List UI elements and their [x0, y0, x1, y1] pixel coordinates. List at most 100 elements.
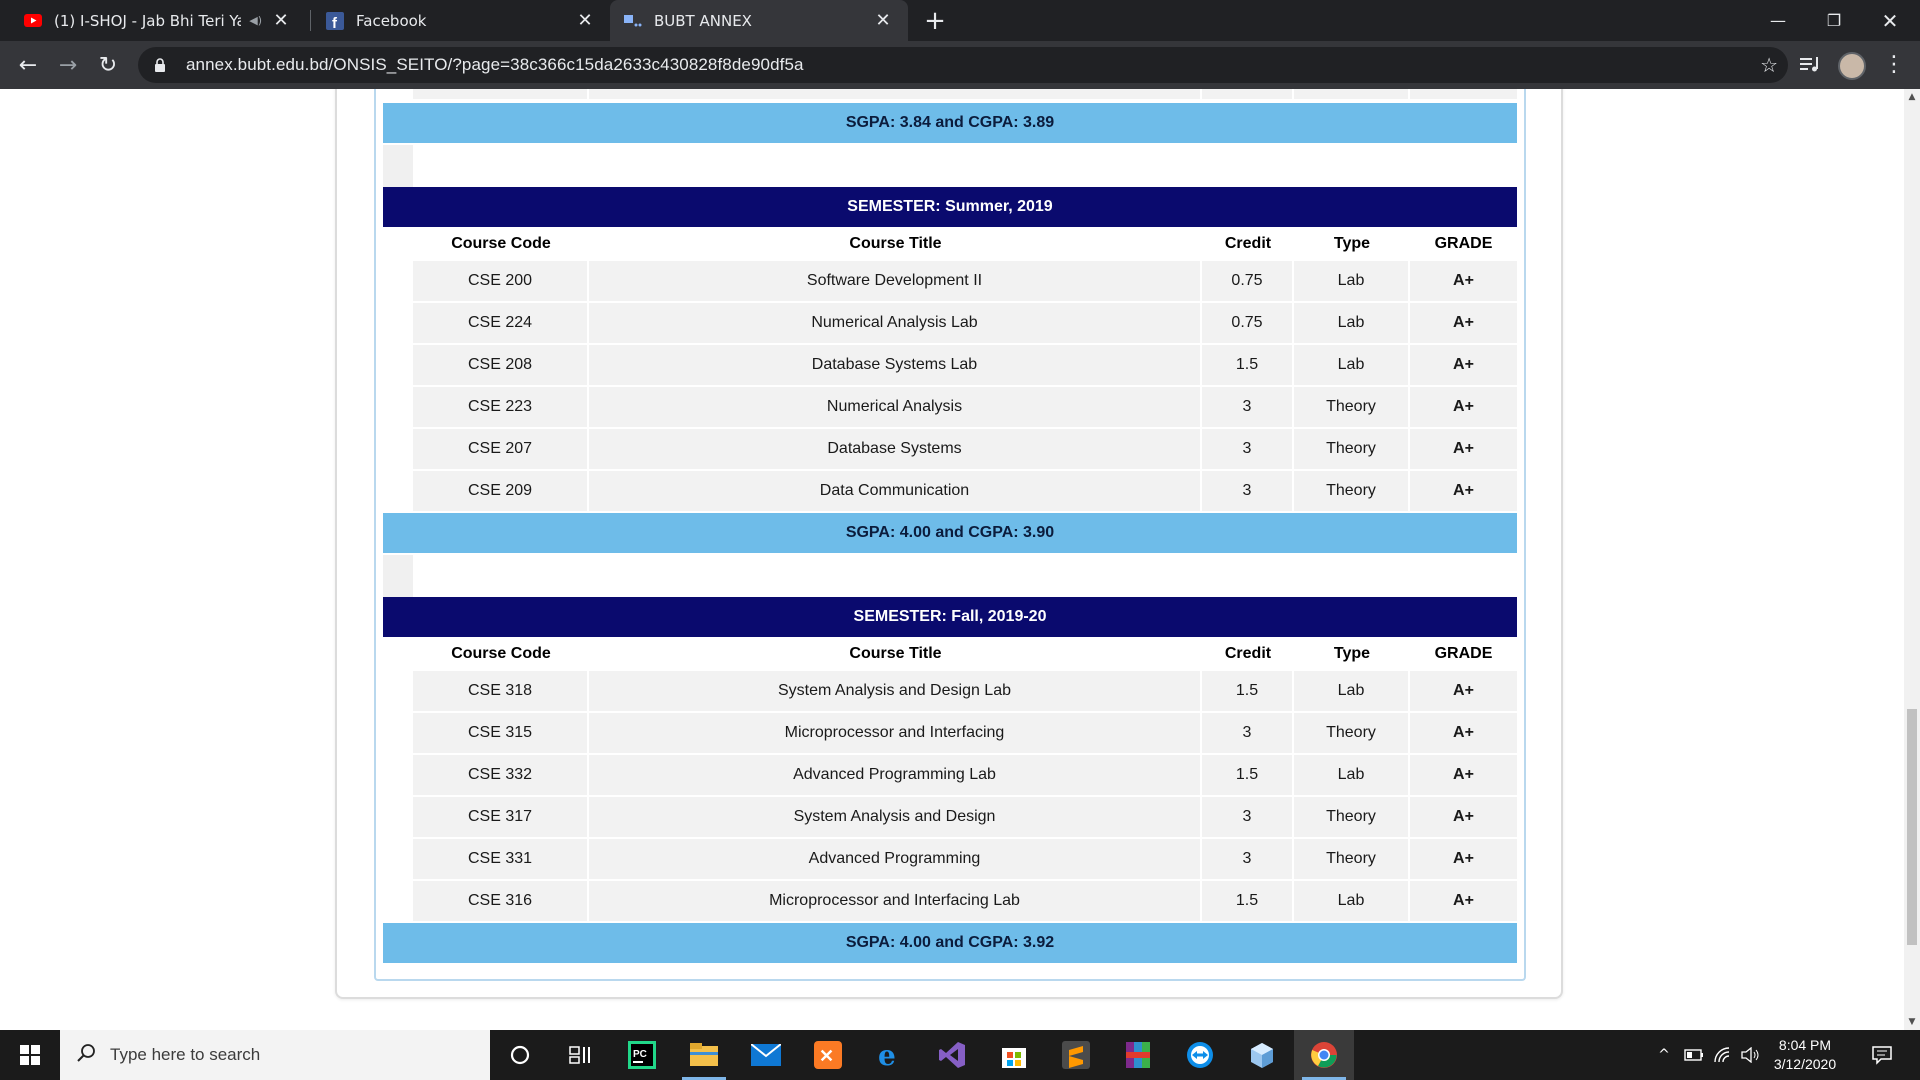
semester-header: SEMESTER: Summer, 2019: [383, 187, 1517, 227]
close-tab-icon[interactable]: ✕: [574, 10, 596, 31]
course-title: Numerical Analysis: [589, 387, 1202, 427]
page-scrollbar[interactable]: ▲ ▼: [1904, 89, 1920, 1030]
svg-text:✕: ✕: [819, 1046, 834, 1066]
svg-text:e: e: [878, 1041, 896, 1069]
windows-start-icon[interactable]: [0, 1030, 60, 1080]
course-code: CSE 223: [413, 387, 589, 427]
course-code: CSE 315: [413, 713, 589, 753]
table-row: CSE 207 Database Systems 3 Theory A+: [413, 429, 1517, 469]
course-credit: 1.5: [1202, 881, 1294, 921]
table-row: CSE 317 System Analysis and Design 3 The…: [413, 797, 1517, 837]
scroll-up-icon[interactable]: ▲: [1904, 89, 1920, 105]
system-clock[interactable]: 8:04 PM 3/12/2020: [1760, 1036, 1850, 1074]
header-course-title: Course Title: [849, 235, 942, 252]
course-code: CSE 331: [413, 839, 589, 879]
course-grade: A+: [1453, 440, 1474, 457]
virtualbox-icon[interactable]: [1232, 1030, 1292, 1080]
course-type: Theory: [1294, 797, 1410, 837]
reload-icon[interactable]: ↻: [92, 49, 124, 81]
course-title: Database Systems Lab: [589, 345, 1202, 385]
close-window-icon[interactable]: ✕: [1862, 0, 1918, 41]
course-type: Theory: [1294, 471, 1410, 511]
visual-studio-icon[interactable]: [922, 1030, 982, 1080]
course-title: Software Development II: [589, 261, 1202, 301]
search-placeholder: Type here to search: [110, 1045, 261, 1064]
course-credit: 3: [1202, 839, 1294, 879]
media-controls-icon[interactable]: [1798, 53, 1824, 77]
pycharm-icon[interactable]: PC: [612, 1030, 672, 1080]
tab-facebook[interactable]: f Facebook ✕: [312, 0, 610, 41]
course-grade: A+: [1453, 892, 1474, 909]
minimize-icon[interactable]: —: [1750, 0, 1806, 41]
tab-youtube[interactable]: (1) I-SHOJ - Jab Bhi Teri Yaad ◀) ✕: [10, 0, 306, 41]
page-viewport: SGPA: 3.84 and CGPA: 3.89 SEMESTER: Summ…: [0, 89, 1904, 1030]
teamviewer-icon[interactable]: [1170, 1030, 1230, 1080]
restore-icon[interactable]: ❐: [1806, 0, 1862, 41]
file-explorer-icon[interactable]: [674, 1030, 734, 1080]
close-tab-icon[interactable]: ✕: [872, 10, 894, 31]
notifications-icon[interactable]: [1862, 1030, 1902, 1080]
course-credit: 3: [1202, 713, 1294, 753]
browser-menu-icon[interactable]: ⋮: [1882, 49, 1906, 81]
tab-title: (1) I-SHOJ - Jab Bhi Teri Yaad: [54, 11, 242, 30]
xampp-icon[interactable]: ✕: [798, 1030, 858, 1080]
url-text[interactable]: annex.bubt.edu.bd/ONSIS_SEITO/?page=38c3…: [186, 55, 804, 75]
task-view-icon[interactable]: [550, 1030, 610, 1080]
course-type: Lab: [1294, 881, 1410, 921]
battery-icon[interactable]: [1682, 1030, 1706, 1080]
winrar-icon[interactable]: [1108, 1030, 1168, 1080]
table-row: CSE 208 Database Systems Lab 1.5 Lab A+: [413, 345, 1517, 385]
course-title: Database Systems: [589, 429, 1202, 469]
course-grade: A+: [1453, 808, 1474, 825]
svg-text:PC: PC: [633, 1049, 647, 1060]
forward-arrow-icon[interactable]: →: [52, 49, 84, 81]
table-row: CSE 200 Software Development II 0.75 Lab…: [413, 261, 1517, 301]
volume-icon[interactable]: [1740, 1030, 1762, 1080]
course-grade: A+: [1453, 356, 1474, 373]
header-course-code: Course Code: [451, 645, 551, 662]
course-code: CSE 332: [413, 755, 589, 795]
wifi-icon[interactable]: [1712, 1030, 1736, 1080]
course-credit: 3: [1202, 387, 1294, 427]
facebook-icon: f: [326, 11, 344, 30]
course-code: CSE 316: [413, 881, 589, 921]
close-tab-icon[interactable]: ✕: [270, 10, 292, 31]
table-header-row: Course Code Course Title Credit Type GRA…: [413, 637, 1517, 671]
store-icon[interactable]: [984, 1030, 1044, 1080]
sublime-text-icon[interactable]: [1046, 1030, 1106, 1080]
annex-icon: [624, 12, 642, 30]
search-icon: [76, 1043, 96, 1067]
new-tab-button[interactable]: +: [918, 0, 952, 41]
table-row: CSE 223 Numerical Analysis 3 Theory A+: [413, 387, 1517, 427]
show-hidden-icons-icon[interactable]: ^: [1652, 1030, 1676, 1080]
back-arrow-icon[interactable]: ←: [12, 49, 44, 81]
mail-icon[interactable]: [736, 1030, 796, 1080]
edge-icon[interactable]: e: [860, 1030, 920, 1080]
course-credit: 3: [1202, 429, 1294, 469]
clock-date: 3/12/2020: [1773, 1056, 1837, 1072]
profile-avatar[interactable]: [1838, 52, 1866, 80]
semester-gpa: SGPA: 4.00 and CGPA: 3.92: [383, 923, 1517, 963]
header-type: Type: [1333, 645, 1371, 662]
scroll-thumb[interactable]: [1907, 709, 1917, 945]
table-row: CSE 209 Data Communication 3 Theory A+: [413, 471, 1517, 511]
header-grade: GRADE: [1434, 645, 1493, 662]
course-code: CSE 318: [413, 671, 589, 711]
table-row: CSE 318 System Analysis and Design Lab 1…: [413, 671, 1517, 711]
cortana-icon[interactable]: [490, 1030, 550, 1080]
lock-icon[interactable]: [154, 57, 168, 73]
course-title: Microprocessor and Interfacing Lab: [589, 881, 1202, 921]
address-bar[interactable]: annex.bubt.edu.bd/ONSIS_SEITO/?page=38c3…: [138, 47, 1788, 83]
table-row: CSE 331 Advanced Programming 3 Theory A+: [413, 839, 1517, 879]
taskbar-search-box[interactable]: Type here to search: [60, 1030, 490, 1080]
chrome-icon[interactable]: [1294, 1030, 1354, 1080]
tab-bubt-annex[interactable]: BUBT ANNEX ✕: [610, 0, 908, 41]
bookmark-star-icon[interactable]: ☆: [1760, 53, 1778, 77]
course-code: CSE 207: [413, 429, 589, 469]
course-type: Lab: [1294, 345, 1410, 385]
scroll-down-icon[interactable]: ▼: [1904, 1014, 1920, 1030]
muted-speaker-icon[interactable]: ◀): [249, 14, 262, 27]
course-grade: A+: [1453, 272, 1474, 289]
course-title: System Analysis and Design: [589, 797, 1202, 837]
course-grade: A+: [1453, 850, 1474, 867]
